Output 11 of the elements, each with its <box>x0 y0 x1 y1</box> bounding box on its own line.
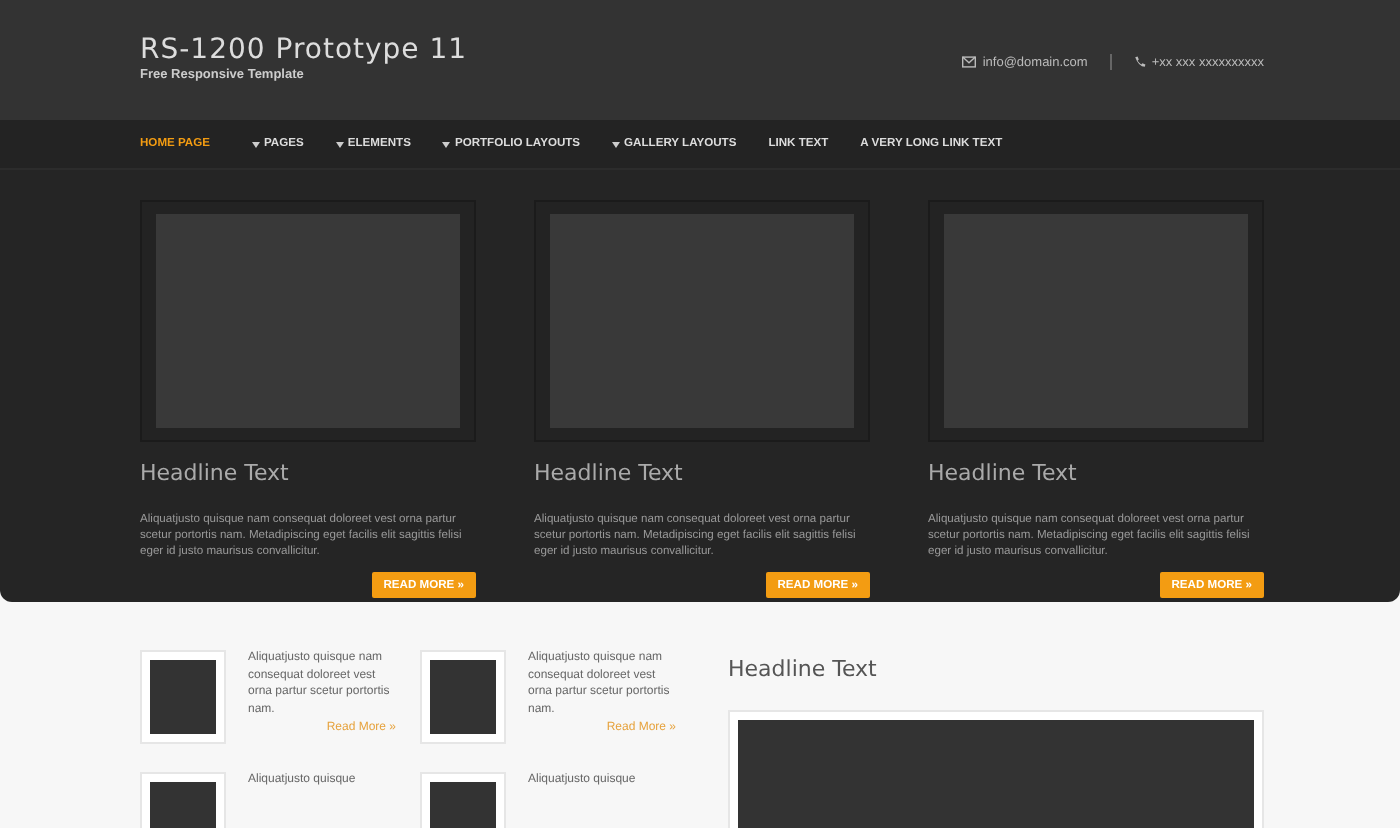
card-headline: Headline Text <box>928 460 1079 488</box>
caret-icon <box>335 141 344 147</box>
caret-icon <box>612 141 621 147</box>
card-headline: Headline Text <box>140 460 291 488</box>
card-headline: Headline Text <box>534 460 685 488</box>
caret-icon <box>252 141 260 147</box>
phone-icon <box>1133 56 1146 68</box>
envelope-icon <box>962 56 977 68</box>
site-title: RS-1200 Prototype 11 <box>140 34 468 66</box>
section-headline: Headline Text <box>728 656 879 684</box>
caret-icon <box>442 141 451 147</box>
